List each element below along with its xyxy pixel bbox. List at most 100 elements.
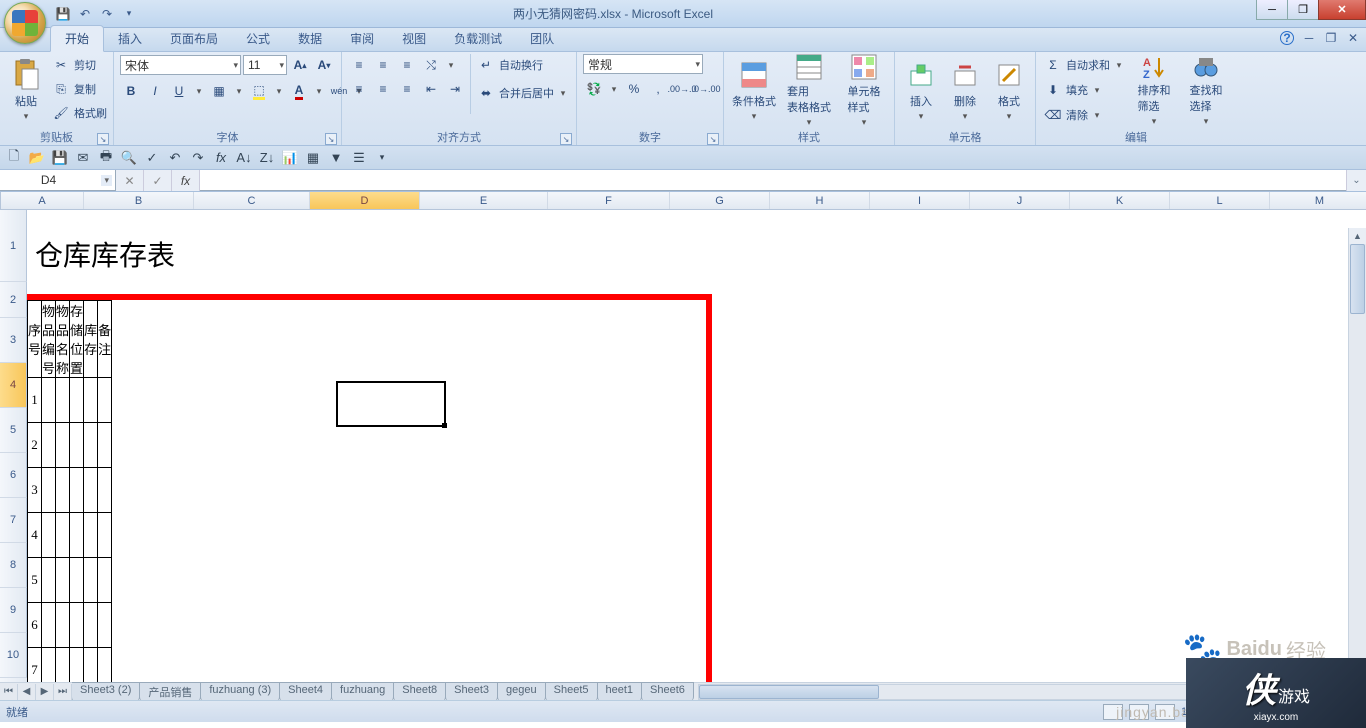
qat2-print-icon[interactable]: 🖶 <box>96 148 116 168</box>
inc-decimal-icon[interactable]: .00→.0 <box>671 78 693 100</box>
cell[interactable] <box>98 468 112 513</box>
qat2-preview-icon[interactable]: 🔍 <box>119 148 139 168</box>
vertical-scrollbar[interactable]: ▲ ▼ <box>1348 228 1366 682</box>
hscroll-left-icon[interactable]: ◀ <box>1330 684 1348 700</box>
qat2-open-icon[interactable]: 📂 <box>27 148 47 168</box>
format-painter-button[interactable]: 🖌格式刷 <box>50 102 107 124</box>
insert-cells-button[interactable]: 插入▾ <box>901 54 941 126</box>
table-format-button[interactable]: 套用 表格格式▾ <box>782 54 836 126</box>
hscroll-thumb[interactable] <box>699 685 879 699</box>
cell[interactable] <box>98 378 112 423</box>
cell[interactable] <box>84 423 98 468</box>
italic-button[interactable]: I <box>144 80 166 102</box>
sheet-tab[interactable]: Sheet8 <box>393 682 446 701</box>
cell[interactable]: 2 <box>28 423 42 468</box>
bold-button[interactable]: B <box>120 80 142 102</box>
align-center-icon[interactable]: ≡ <box>372 78 394 100</box>
sheet-tab[interactable]: heet1 <box>597 682 643 701</box>
office-button[interactable] <box>4 2 46 44</box>
th-item-no[interactable]: 物品编号 <box>42 301 56 378</box>
qat2-filter-icon[interactable]: ▼ <box>326 148 346 168</box>
font-name-combo[interactable]: 宋体 <box>120 55 241 75</box>
align-top-icon[interactable]: ≡ <box>348 54 370 76</box>
mdi-minimize-icon[interactable]: ─ <box>1302 31 1316 45</box>
cell[interactable] <box>70 468 84 513</box>
border-button[interactable]: ▦ <box>208 80 230 102</box>
mdi-restore-icon[interactable]: ❐ <box>1324 31 1338 45</box>
cell[interactable] <box>70 513 84 558</box>
zoom-slider[interactable] <box>1228 710 1348 714</box>
qat2-chart-icon[interactable]: 📊 <box>280 148 300 168</box>
cell[interactable] <box>84 603 98 648</box>
tab-home[interactable]: 开始 <box>50 25 104 52</box>
clipboard-launcher[interactable]: ↘ <box>97 133 109 145</box>
delete-cells-button[interactable]: 删除▾ <box>945 54 985 126</box>
cell[interactable] <box>70 603 84 648</box>
col-header-F[interactable]: F <box>548 192 670 209</box>
qat2-sort-desc-icon[interactable]: Z↓ <box>257 148 277 168</box>
name-box[interactable]: D4 <box>0 170 116 191</box>
cell[interactable] <box>84 558 98 603</box>
cell[interactable] <box>42 468 56 513</box>
currency-icon[interactable]: 💱 <box>583 78 605 100</box>
qat2-mail-icon[interactable]: ✉ <box>73 148 93 168</box>
hscroll-right-icon[interactable]: ▶ <box>1348 684 1366 700</box>
qat2-new-icon[interactable]: 🗋 <box>4 148 24 168</box>
th-location[interactable]: 存储位置 <box>70 301 84 378</box>
scroll-down-icon[interactable]: ▼ <box>1349 666 1366 682</box>
th-item-name[interactable]: 物品名称 <box>56 301 70 378</box>
enter-formula-icon[interactable]: ✓ <box>144 170 172 191</box>
tab-review[interactable]: 审阅 <box>336 26 388 51</box>
sheet-tab[interactable]: Sheet5 <box>545 682 598 701</box>
row-header-4[interactable]: 4 <box>0 363 27 408</box>
cell[interactable] <box>98 558 112 603</box>
cell[interactable] <box>84 468 98 513</box>
cell[interactable] <box>42 513 56 558</box>
sheet-tab[interactable]: 产品销售 <box>139 682 201 701</box>
cell[interactable] <box>42 648 56 683</box>
format-cells-button[interactable]: 格式▾ <box>989 54 1029 126</box>
qat2-save-icon[interactable]: 💾 <box>50 148 70 168</box>
cell[interactable] <box>98 423 112 468</box>
tab-data[interactable]: 数据 <box>284 26 336 51</box>
tab-insert[interactable]: 插入 <box>104 26 156 51</box>
cell[interactable] <box>56 513 70 558</box>
align-left-icon[interactable]: ≡ <box>348 78 370 100</box>
align-bottom-icon[interactable]: ≡ <box>396 54 418 76</box>
percent-icon[interactable]: % <box>623 78 645 100</box>
comma-icon[interactable]: , <box>647 78 669 100</box>
cell-styles-button[interactable]: 单元格 样式▾ <box>840 54 888 126</box>
row-header-1[interactable]: 1 <box>0 210 27 282</box>
zoom-level[interactable]: 100% <box>1181 706 1209 718</box>
row-header-8[interactable]: 8 <box>0 543 27 588</box>
clear-button[interactable]: ⌫清除▾ <box>1042 104 1126 126</box>
sheet-tab[interactable]: fuzhuang <box>331 682 394 701</box>
vscroll-thumb[interactable] <box>1350 244 1365 314</box>
grow-font-icon[interactable]: A▴ <box>289 54 311 76</box>
col-header-G[interactable]: G <box>670 192 770 209</box>
cell[interactable] <box>98 648 112 683</box>
zoom-in-icon[interactable]: + <box>1354 706 1360 718</box>
qat-undo-icon[interactable]: ↶ <box>76 5 94 23</box>
row-header-7[interactable]: 7 <box>0 498 27 543</box>
qat2-redo-icon[interactable]: ↷ <box>188 148 208 168</box>
qat2-fx-icon[interactable]: fx <box>211 148 231 168</box>
cell[interactable] <box>42 603 56 648</box>
row-header-3[interactable]: 3 <box>0 318 27 363</box>
wrap-text-button[interactable]: ↵自动换行 <box>475 54 570 76</box>
orientation-icon[interactable]: ⤭ <box>420 54 442 76</box>
th-remark[interactable]: 备注 <box>98 301 112 378</box>
cell[interactable]: 1 <box>28 378 42 423</box>
cell[interactable] <box>84 648 98 683</box>
qat2-sort-asc-icon[interactable]: A↓ <box>234 148 254 168</box>
autosum-button[interactable]: Σ自动求和▾ <box>1042 54 1126 76</box>
tab-nav-next-icon[interactable]: ▶ <box>36 684 54 700</box>
sheet-tab[interactable]: Sheet4 <box>279 682 332 701</box>
close-button[interactable] <box>1318 0 1366 20</box>
qat-redo-icon[interactable]: ↷ <box>98 5 116 23</box>
formula-input[interactable] <box>200 170 1346 191</box>
col-header-A[interactable]: A <box>1 192 84 209</box>
cell[interactable] <box>56 603 70 648</box>
cell[interactable] <box>56 378 70 423</box>
shrink-font-icon[interactable]: A▾ <box>313 54 335 76</box>
